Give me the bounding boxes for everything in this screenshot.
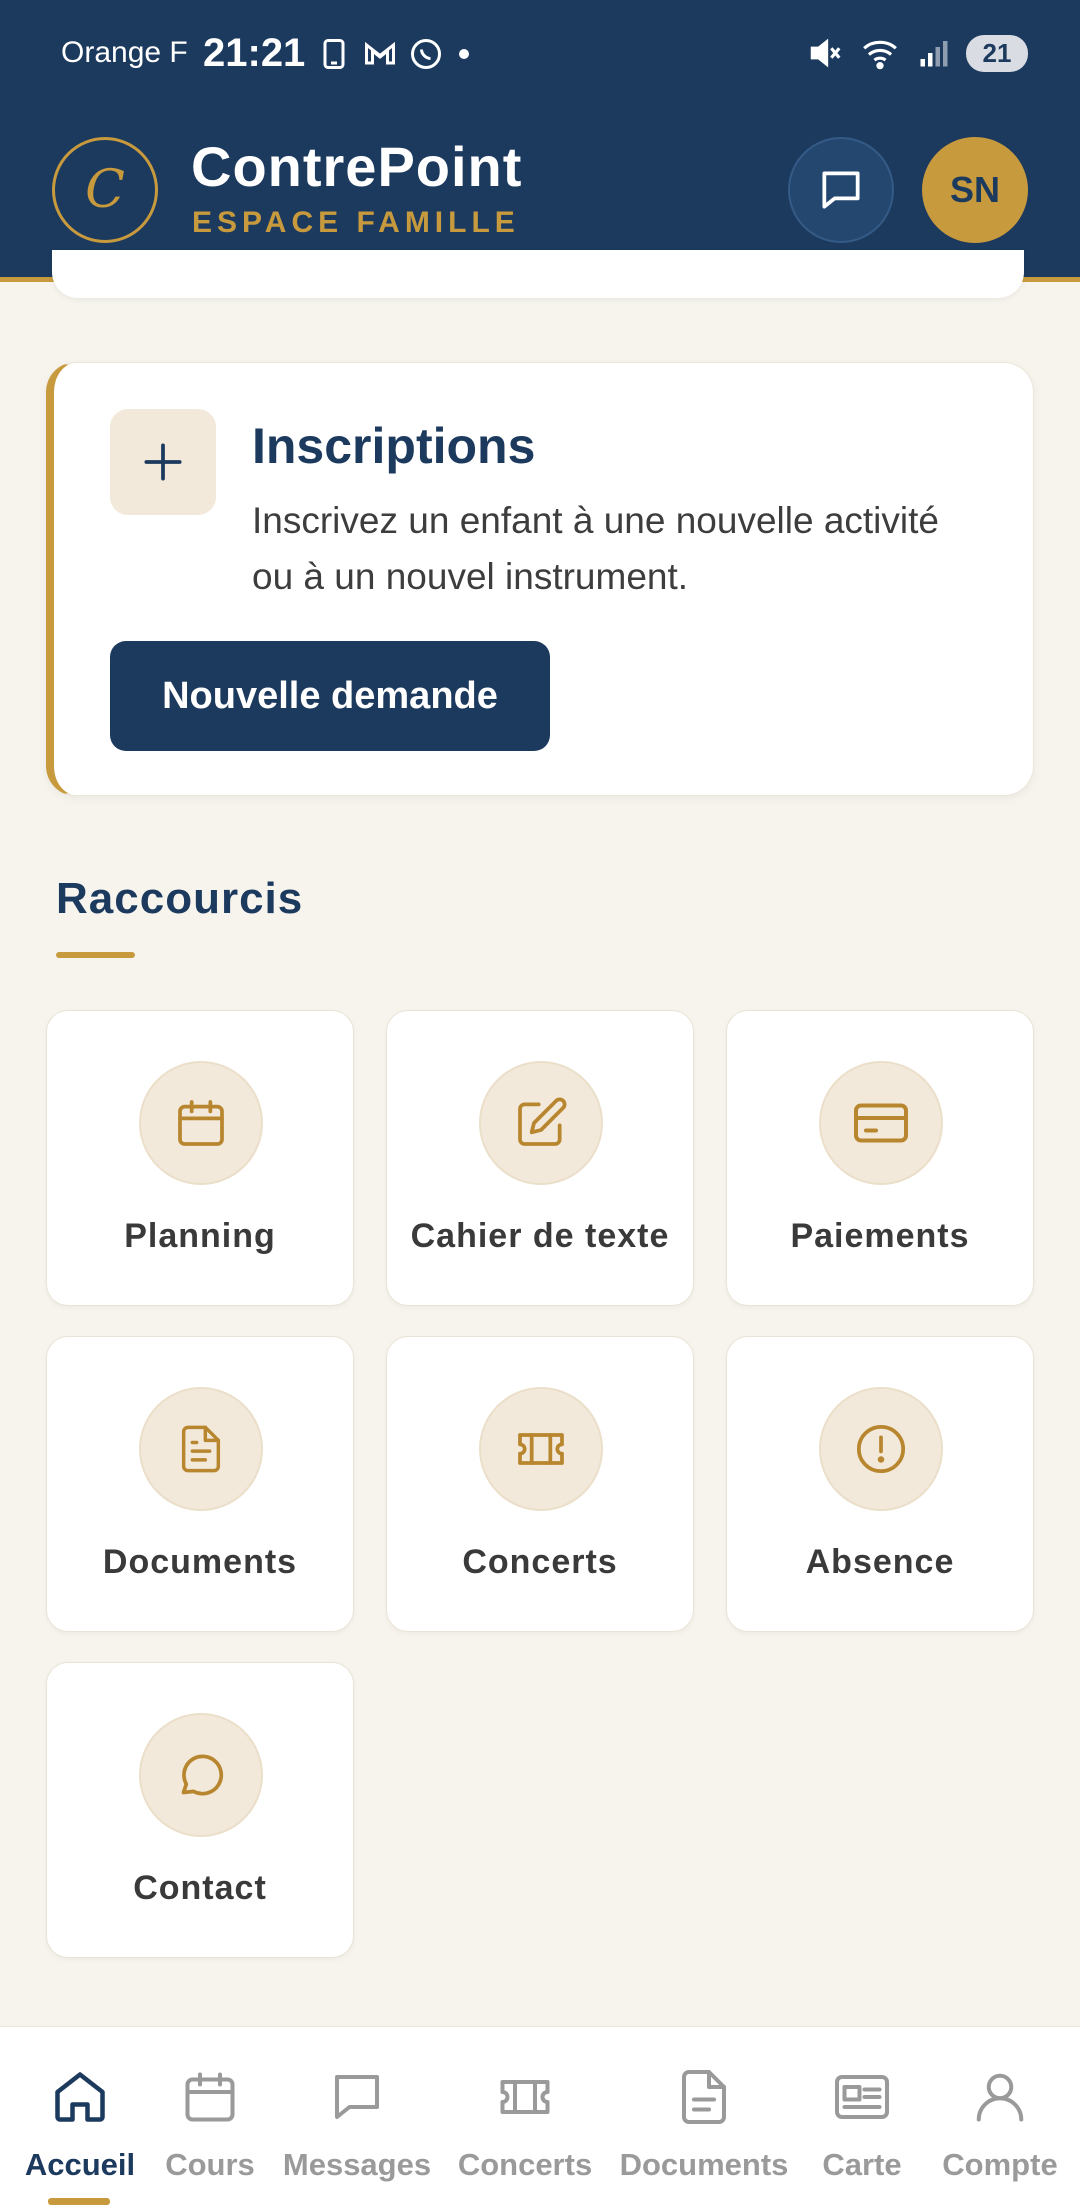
credit-card-icon bbox=[854, 1103, 908, 1143]
bottom-navigation: Accueil Cours Messages Concerts Document… bbox=[0, 2026, 1080, 2205]
id-card-icon bbox=[835, 2075, 889, 2119]
ticket-icon bbox=[500, 2080, 550, 2114]
notification-icons bbox=[316, 36, 474, 72]
inscriptions-card: Inscriptions Inscrivez un enfant à une n… bbox=[46, 362, 1034, 796]
user-icon bbox=[976, 2073, 1024, 2122]
tile-icon-circle bbox=[819, 1387, 943, 1511]
signal-icon bbox=[920, 41, 948, 67]
shortcut-documents[interactable]: Documents bbox=[46, 1336, 354, 1632]
nav-label: Carte bbox=[822, 2147, 902, 2182]
gmail-icon bbox=[365, 41, 395, 65]
app-logo: C bbox=[52, 137, 158, 243]
shortcut-planning[interactable]: Planning bbox=[46, 1010, 354, 1306]
document-icon bbox=[682, 2070, 726, 2124]
wifi-icon bbox=[863, 40, 897, 70]
nav-compte[interactable]: Compte bbox=[930, 2027, 1070, 2205]
plus-icon-box bbox=[110, 409, 216, 515]
app-header: Orange F 21:21 21 C ContrePoint ESPACE F… bbox=[0, 0, 1080, 282]
calendar-icon bbox=[185, 2072, 235, 2122]
logo-letter: C bbox=[85, 160, 125, 220]
shortcut-concerts[interactable]: Concerts bbox=[386, 1336, 694, 1632]
tile-label: Contact bbox=[133, 1869, 267, 1907]
shortcut-contact[interactable]: Contact bbox=[46, 1662, 354, 1958]
tile-icon-circle bbox=[819, 1061, 943, 1185]
new-request-button[interactable]: Nouvelle demande bbox=[110, 641, 550, 751]
nav-concerts[interactable]: Concerts bbox=[452, 2027, 598, 2205]
phone-notification-icon bbox=[323, 39, 345, 69]
tile-label: Absence bbox=[805, 1543, 955, 1581]
nav-messages[interactable]: Messages bbox=[274, 2027, 440, 2205]
tile-label: Paiements bbox=[790, 1217, 970, 1255]
dot-icon bbox=[459, 49, 469, 59]
mute-icon bbox=[810, 38, 841, 68]
app-subtitle: ESPACE FAMILLE bbox=[192, 206, 520, 239]
clock: 21:21 bbox=[203, 31, 306, 75]
nav-label: Compte bbox=[942, 2147, 1058, 2182]
tile-label: Concerts bbox=[462, 1543, 618, 1581]
home-icon bbox=[55, 2072, 105, 2122]
nav-label: Accueil bbox=[24, 2147, 136, 2182]
shortcut-cahier-de-texte[interactable]: Cahier de texte bbox=[386, 1010, 694, 1306]
nav-carte[interactable]: Carte bbox=[812, 2027, 912, 2205]
document-icon bbox=[181, 1425, 221, 1473]
nav-label: Concerts bbox=[457, 2147, 593, 2182]
tile-icon-circle bbox=[479, 1061, 603, 1185]
plus-icon bbox=[144, 443, 182, 481]
tile-icon-circle bbox=[139, 1061, 263, 1185]
chat-bubble-icon bbox=[181, 1754, 224, 1796]
nav-accueil[interactable]: Accueil bbox=[0, 2027, 160, 2205]
status-bar: Orange F 21:21 21 bbox=[0, 0, 1080, 110]
chat-icon bbox=[822, 171, 860, 209]
system-icons: 21 bbox=[806, 34, 1028, 72]
battery-level: 21 bbox=[966, 34, 1028, 72]
inscriptions-title: Inscriptions bbox=[252, 418, 536, 474]
previous-card-edge bbox=[52, 250, 1024, 298]
calendar-icon bbox=[178, 1100, 224, 1146]
whatsapp-icon bbox=[411, 39, 441, 69]
nav-documents[interactable]: Documents bbox=[614, 2027, 794, 2205]
app-name: ContrePoint bbox=[191, 135, 523, 198]
shortcut-paiements[interactable]: Paiements bbox=[726, 1010, 1034, 1306]
tile-label: Planning bbox=[124, 1217, 276, 1255]
tile-icon-circle bbox=[139, 1713, 263, 1837]
carrier-name: Orange F bbox=[61, 36, 188, 69]
tile-label: Documents bbox=[102, 1543, 298, 1581]
edit-icon bbox=[518, 1097, 567, 1146]
section-underline bbox=[56, 952, 135, 958]
alert-circle-icon bbox=[856, 1424, 906, 1474]
nav-label: Documents bbox=[619, 2147, 789, 2182]
section-title-shortcuts: Raccourcis bbox=[56, 874, 304, 923]
shortcut-absence[interactable]: Absence bbox=[726, 1336, 1034, 1632]
nav-cours[interactable]: Cours bbox=[160, 2027, 260, 2205]
nav-label: Cours bbox=[165, 2147, 255, 2182]
avatar[interactable]: SN bbox=[922, 137, 1028, 243]
tile-icon-circle bbox=[479, 1387, 603, 1511]
tile-icon-circle bbox=[139, 1387, 263, 1511]
ticket-icon bbox=[518, 1433, 564, 1465]
messages-button[interactable] bbox=[788, 137, 894, 243]
message-icon bbox=[335, 2075, 379, 2119]
active-tab-indicator bbox=[48, 2198, 110, 2205]
inscriptions-description: Inscrivez un enfant à une nouvelle activ… bbox=[252, 500, 939, 597]
tile-label: Cahier de texte bbox=[410, 1217, 670, 1255]
nav-label: Messages bbox=[282, 2147, 432, 2182]
